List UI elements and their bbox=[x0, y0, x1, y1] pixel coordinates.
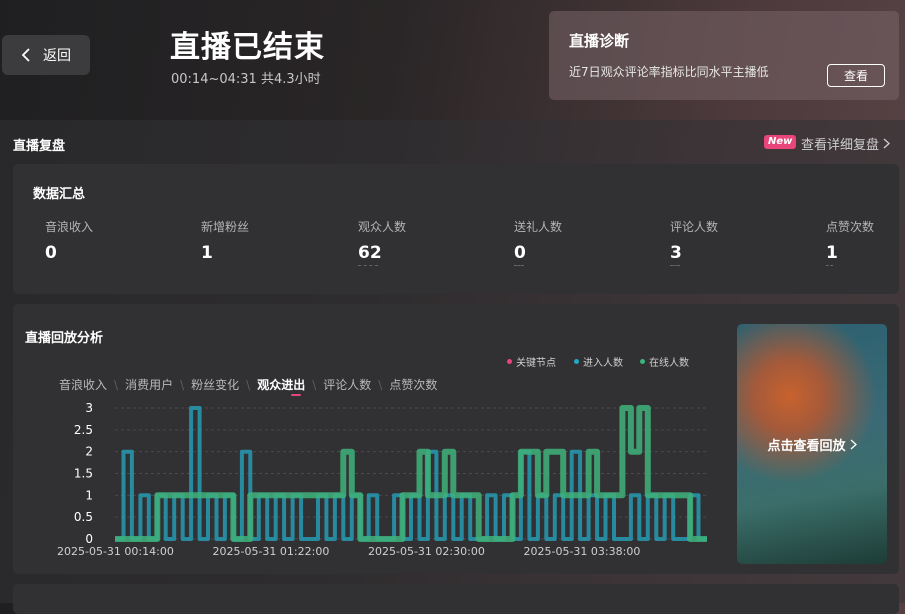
stat-value: 0 bbox=[514, 243, 526, 263]
tab-likes[interactable]: 点赞次数 bbox=[389, 376, 437, 393]
replay-title: 直播回放分析 bbox=[25, 331, 104, 346]
stat-underline bbox=[826, 264, 833, 266]
chevron-right-icon bbox=[883, 138, 890, 149]
live-duration: 00:14~04:31 共4.3小时 bbox=[171, 72, 321, 87]
tab-income[interactable]: 音浪收入 \ bbox=[59, 376, 125, 393]
stat-value: 1 bbox=[201, 243, 213, 263]
stat-gifters[interactable]: 送礼人数 0 bbox=[514, 218, 562, 266]
active-tab-indicator bbox=[291, 394, 301, 396]
viewer-flow-chart[interactable]: 3 2.5 2 1.5 1 0.5 02025-05-31 00:14:00 2025-05-… bbox=[50, 400, 720, 570]
tab-paying-users[interactable]: 消费用户 \ bbox=[125, 376, 191, 393]
legend-online[interactable]: 在线人数 bbox=[640, 354, 689, 369]
summary-card bbox=[13, 164, 899, 294]
stat-underline bbox=[670, 264, 680, 266]
back-button[interactable]: 返回 bbox=[2, 35, 90, 75]
stat-viewers[interactable]: 观众人数 62 bbox=[358, 218, 406, 266]
x-tick-label: 2025-05-31 00:14:00 bbox=[57, 545, 174, 558]
diagnosis-view-button[interactable]: 查看 bbox=[827, 64, 885, 87]
replay-video-thumbnail[interactable]: 点击查看回放 bbox=[737, 324, 887, 564]
online-dot-icon bbox=[640, 359, 645, 364]
summary-title: 数据汇总 bbox=[33, 187, 86, 202]
stat-label: 送礼人数 bbox=[514, 220, 563, 234]
y-tick-label: 0 bbox=[85, 532, 93, 546]
diagnosis-text: 近7日观众评论率指标比同水平主播低 bbox=[569, 65, 769, 79]
stat-income: 音浪收入 0 bbox=[45, 218, 93, 263]
y-tick-label: 0.5 bbox=[74, 510, 93, 524]
detail-review-link[interactable]: 查看详细复盘 bbox=[801, 134, 890, 153]
stat-label: 评论人数 bbox=[670, 220, 719, 234]
new-badge: New bbox=[764, 135, 797, 149]
x-tick-label: 2025-05-31 03:38:00 bbox=[524, 545, 641, 558]
tab-viewer-flow[interactable]: 观众进出 \ bbox=[257, 376, 323, 393]
detail-review-label: 查看详细复盘 bbox=[801, 138, 880, 153]
stat-underline bbox=[358, 264, 378, 266]
replay-video-label: 点击查看回放 bbox=[737, 324, 887, 564]
enter-dot-icon bbox=[574, 359, 579, 364]
stat-label: 音浪收入 bbox=[45, 220, 94, 234]
y-tick-label: 2 bbox=[85, 445, 93, 459]
legend-enter[interactable]: 进入人数 bbox=[574, 354, 623, 369]
tab-fan-change[interactable]: 粉丝变化 \ bbox=[191, 376, 257, 393]
chevron-left-icon bbox=[21, 48, 30, 62]
tab-commenters[interactable]: 评论人数 \ bbox=[323, 376, 389, 393]
legend-label: 在线人数 bbox=[649, 358, 689, 369]
legend-label: 关键节点 bbox=[516, 358, 556, 369]
legend-label: 进入人数 bbox=[583, 358, 623, 369]
y-tick-label: 3 bbox=[85, 401, 93, 415]
stat-likes[interactable]: 点赞次数 1 bbox=[826, 218, 874, 266]
back-label: 返回 bbox=[43, 48, 71, 64]
metric-tabs: 音浪收入 \ 消费用户 \ 粉丝变化 \ 观众进出 \ 评论人数 \ 点赞次数 bbox=[59, 376, 437, 393]
y-tick-label: 2.5 bbox=[74, 423, 93, 437]
stat-underline bbox=[514, 264, 524, 266]
stat-label: 新增粉丝 bbox=[201, 220, 250, 234]
x-tick-label: 2025-05-31 02:30:00 bbox=[368, 545, 485, 558]
review-title: 直播复盘 bbox=[13, 139, 66, 154]
page-title: 直播已结束 bbox=[170, 30, 325, 65]
legend-key-node[interactable]: 关键节点 bbox=[507, 354, 556, 369]
stat-label: 点赞次数 bbox=[826, 220, 875, 234]
stat-value: 0 bbox=[45, 243, 57, 263]
key-node-dot-icon bbox=[507, 359, 512, 364]
y-tick-label: 1.5 bbox=[74, 467, 93, 481]
stat-label: 观众人数 bbox=[358, 220, 407, 234]
stat-commenters[interactable]: 评论人数 3 bbox=[670, 218, 718, 266]
diagnosis-title: 直播诊断 bbox=[569, 32, 630, 50]
chevron-right-icon bbox=[850, 439, 857, 449]
next-section-card bbox=[13, 584, 899, 614]
stat-value: 1 bbox=[826, 243, 838, 263]
stat-value: 3 bbox=[670, 243, 682, 263]
stat-value: 62 bbox=[358, 243, 382, 263]
diagnosis-card: 直播诊断 近7日观众评论率指标比同水平主播低 查看 bbox=[549, 11, 899, 100]
stat-new-fans: 新增粉丝 1 bbox=[201, 218, 249, 263]
y-tick-label: 1 bbox=[85, 488, 93, 502]
x-tick-label: 2025-05-31 01:22:00 bbox=[213, 545, 330, 558]
